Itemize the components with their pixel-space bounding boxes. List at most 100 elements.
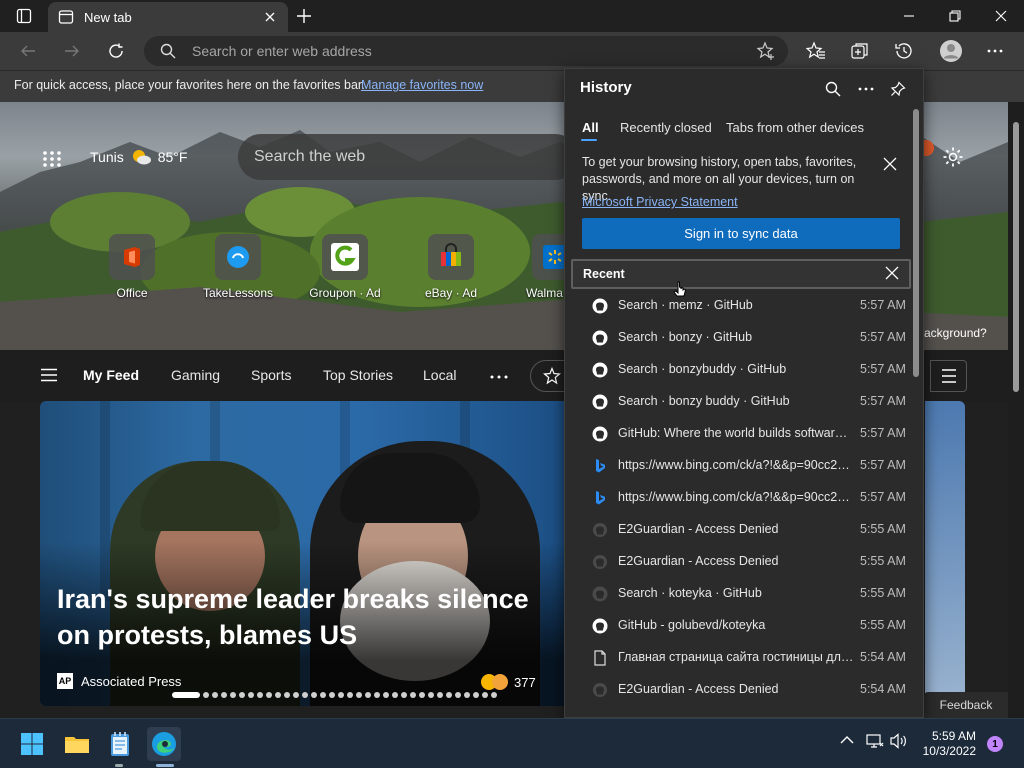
history-button[interactable]	[893, 40, 915, 62]
carousel-dot[interactable]	[320, 692, 326, 698]
page-scrollbar[interactable]	[1008, 102, 1024, 718]
layout-button[interactable]	[930, 360, 967, 392]
manage-favorites-link[interactable]: Manage favorites now	[361, 78, 483, 92]
carousel-dot[interactable]	[311, 692, 317, 698]
carousel-dot[interactable]	[374, 692, 380, 698]
carousel-dot[interactable]	[275, 692, 281, 698]
weather-widget[interactable]: Tunis 85°F	[90, 148, 187, 166]
carousel-dot[interactable]	[239, 692, 245, 698]
minimize-button[interactable]	[886, 0, 932, 32]
page-settings-button[interactable]	[942, 146, 964, 168]
carousel-dot[interactable]	[356, 692, 362, 698]
page-scrollbar-thumb[interactable]	[1013, 122, 1019, 392]
history-item[interactable]: Search · bonzybuddy · GitHub 5:57 AM	[565, 354, 910, 386]
carousel-dot[interactable]	[338, 692, 344, 698]
carousel-dot[interactable]	[410, 692, 416, 698]
history-item[interactable]: Search · bonzy buddy · GitHub 5:57 AM	[565, 386, 910, 418]
dismiss-sync-button[interactable]	[883, 157, 897, 171]
history-item[interactable]: E2Guardian - Access Denied 5:54 AM	[565, 674, 910, 706]
address-bar[interactable]: Search or enter web address	[144, 36, 788, 66]
history-item[interactable]: Search · bonzy · GitHub 5:57 AM	[565, 322, 910, 354]
carousel-dot[interactable]	[329, 692, 335, 698]
weather-card-partial[interactable]	[925, 401, 965, 706]
carousel-dot[interactable]	[266, 692, 272, 698]
carousel-dot[interactable]	[248, 692, 254, 698]
history-item[interactable]: Главная страница сайта гостиницы для к..…	[565, 642, 910, 674]
carousel-dot[interactable]	[383, 692, 389, 698]
sign-in-sync-button[interactable]: Sign in to sync data	[582, 218, 900, 249]
new-tab-plus-icon[interactable]	[294, 6, 314, 26]
carousel-dot-active[interactable]	[172, 692, 200, 698]
carousel-dot[interactable]	[437, 692, 443, 698]
carousel-dot[interactable]	[365, 692, 371, 698]
notepad-button[interactable]	[103, 727, 137, 761]
carousel-dot[interactable]	[302, 692, 308, 698]
feedback-button[interactable]: Feedback	[924, 692, 1008, 718]
privacy-statement-link[interactable]: Microsoft Privacy Statement	[582, 195, 738, 209]
settings-more-button[interactable]	[984, 40, 1006, 62]
feed-more-button[interactable]	[490, 375, 508, 379]
history-item[interactable]: GitHub: Where the world builds software …	[565, 418, 910, 450]
edge-taskbar-button[interactable]	[147, 727, 181, 761]
quick-link-office[interactable]: Office	[87, 234, 177, 300]
carousel-dot[interactable]	[221, 692, 227, 698]
quick-link-groupon[interactable]: Groupon · Ad	[300, 234, 390, 300]
apps-launcher-button[interactable]	[42, 150, 62, 168]
carousel-dot[interactable]	[464, 692, 470, 698]
feed-tab-top-stories[interactable]: Top Stories	[323, 367, 393, 383]
history-item[interactable]: E2Guardian - Access Denied 5:55 AM	[565, 546, 910, 578]
system-clock[interactable]: 5:59 AM 10/3/2022	[912, 729, 976, 759]
restore-button[interactable]	[932, 0, 978, 32]
quick-link-takelessons[interactable]: TakeLessons	[193, 234, 283, 300]
start-button[interactable]	[15, 727, 49, 761]
history-item[interactable]: E2Guardian - Access Denied 5:55 AM	[565, 514, 910, 546]
notification-badge[interactable]: 1	[987, 736, 1003, 752]
close-tab-icon[interactable]	[262, 9, 278, 25]
forward-button[interactable]	[61, 40, 83, 62]
carousel-dot[interactable]	[428, 692, 434, 698]
carousel-dot[interactable]	[482, 692, 488, 698]
show-hidden-icons-chevron-icon[interactable]	[840, 735, 854, 745]
featured-article-card[interactable]: Iran's supreme leader breaks silence on …	[40, 401, 566, 706]
article-reactions[interactable]: 377	[480, 673, 536, 691]
history-tab-all[interactable]: All	[582, 120, 599, 135]
history-more-button[interactable]	[856, 79, 876, 99]
history-item[interactable]: Search · memz · GitHub 5:57 AM	[565, 290, 910, 322]
article-source[interactable]: AP Associated Press	[57, 673, 181, 689]
carousel-dot[interactable]	[293, 692, 299, 698]
history-item[interactable]: https://www.bing.com/ck/a?!&&p=90cc22...…	[565, 482, 910, 514]
web-search-box[interactable]: Search the web	[238, 134, 578, 180]
article-headline[interactable]: Iran's supreme leader breaks silence on …	[57, 581, 557, 653]
carousel-dot[interactable]	[455, 692, 461, 698]
history-item[interactable]: GitHub - golubevd/koteyka 5:55 AM	[565, 610, 910, 642]
history-item[interactable]: https://www.bing.com/ck/a?!&&p=90cc22...…	[565, 450, 910, 482]
history-tab-recently-closed[interactable]: Recently closed	[620, 120, 712, 135]
history-tab-other-devices[interactable]: Tabs from other devices	[726, 120, 864, 135]
quick-link-ebay[interactable]: eBay · Ad	[406, 234, 496, 300]
carousel-dot[interactable]	[212, 692, 218, 698]
history-search-button[interactable]	[823, 79, 843, 99]
carousel-dot[interactable]	[491, 692, 497, 698]
carousel-dot[interactable]	[347, 692, 353, 698]
recent-section-header[interactable]: Recent	[571, 259, 911, 289]
favorites-button[interactable]	[805, 40, 827, 62]
file-explorer-button[interactable]	[60, 727, 94, 761]
carousel-dot[interactable]	[203, 692, 209, 698]
feed-tab-my-feed[interactable]: My Feed	[83, 367, 139, 383]
add-favorite-icon[interactable]	[756, 41, 776, 61]
carousel-dots[interactable]	[172, 692, 497, 698]
background-prompt[interactable]: ackground?	[924, 326, 987, 340]
feed-tab-gaming[interactable]: Gaming	[171, 367, 220, 383]
profile-button[interactable]	[939, 39, 963, 63]
carousel-dot[interactable]	[284, 692, 290, 698]
close-window-button[interactable]	[978, 0, 1024, 32]
volume-icon[interactable]	[890, 733, 908, 749]
carousel-dot[interactable]	[419, 692, 425, 698]
carousel-dot[interactable]	[473, 692, 479, 698]
back-button[interactable]	[17, 40, 39, 62]
carousel-dot[interactable]	[257, 692, 263, 698]
history-scrollbar-thumb[interactable]	[913, 109, 919, 377]
carousel-dot[interactable]	[446, 692, 452, 698]
carousel-dot[interactable]	[392, 692, 398, 698]
clear-recent-icon[interactable]	[885, 266, 899, 280]
